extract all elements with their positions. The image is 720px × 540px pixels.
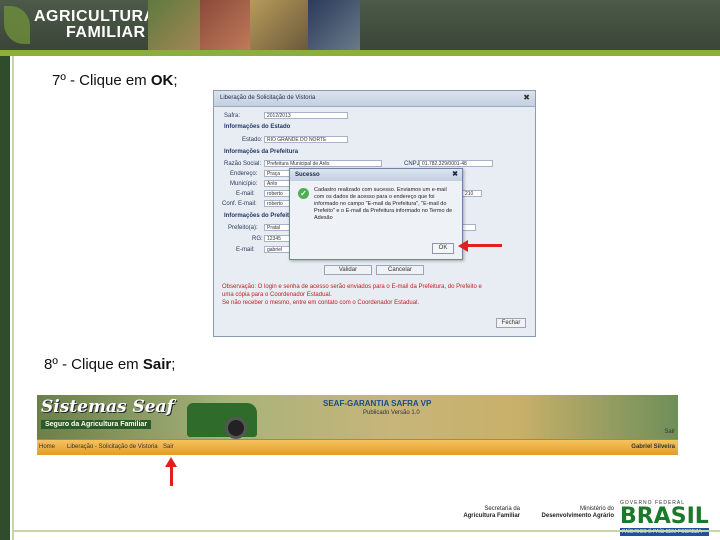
step-8-text: 8º - Clique em Sair;: [44, 356, 176, 373]
prefeito-email-label: E-mail:: [236, 247, 255, 253]
screenshot-liberacao-window: Liberação de Solicitação de Vistoria ✖ S…: [213, 90, 536, 337]
tractor-wheel-icon: [225, 417, 247, 439]
cnpj-input[interactable]: 01.782.329/0001-48: [419, 160, 493, 167]
farmer-photo-4: [308, 0, 360, 50]
app-title: SEAF-GARANTIA SAFRA VP: [323, 399, 432, 408]
app-subtitle: Publicado Versão 1.0: [363, 410, 420, 416]
fechar-button[interactable]: Fechar: [496, 318, 526, 328]
tractor-icon: [187, 403, 257, 437]
success-check-icon: ✓: [298, 188, 309, 199]
footer-rule: [13, 530, 720, 532]
section-prefeitura: Informações da Prefeitura: [224, 149, 299, 155]
window-titlebar: Liberação de Solicitação de Vistoria ✖: [214, 91, 535, 107]
ok-button[interactable]: OK: [432, 243, 454, 254]
farmer-photo-2: [200, 0, 250, 50]
section-prefeito: Informações do Prefeito: [224, 213, 293, 219]
dialog-message: Cadastro realizado com sucesso. Enviamos…: [314, 187, 453, 221]
farmer-photo-1: [148, 0, 200, 50]
rg-input[interactable]: 12345: [264, 235, 292, 242]
ministerio-logo: Ministério do Desenvolvimento Agrário: [541, 506, 614, 519]
dialog-titlebar: Sucesso ✖: [290, 169, 462, 181]
email-input[interactable]: roberto: [264, 190, 292, 197]
logo-line2: FAMILIAR: [66, 24, 146, 41]
prefeito-input[interactable]: Pratal: [264, 224, 292, 231]
dialog-close-icon[interactable]: ✖: [452, 170, 458, 178]
municipio-input[interactable]: Arês: [264, 180, 292, 187]
leaf-logo-icon: [4, 6, 30, 44]
estado-label: Estado:: [242, 137, 263, 143]
header-banner: AGRICULTURA FAMILIAR: [0, 0, 720, 50]
farmer-photo-3: [250, 0, 308, 50]
endereco-input[interactable]: Praça: [264, 170, 292, 177]
sucesso-dialog: Sucesso ✖ ✓ Cadastro realizado com suces…: [289, 168, 463, 260]
arrow-to-sair-shaft: [170, 466, 173, 486]
section-estado: Informações do Estado: [224, 124, 291, 130]
prefeito-email-input[interactable]: gabriel: [264, 246, 292, 253]
screenshot-seaf-header: Sistemas Seaf Seguro da Agricultura Fami…: [37, 395, 678, 455]
conf-email-label: Conf. E-mail:: [222, 201, 257, 207]
safra-label: Safra:: [224, 113, 241, 119]
logo-line1: AGRICULTURA: [34, 8, 156, 25]
prefeito-label: Prefeito(a):: [228, 225, 258, 231]
cancelar-button[interactable]: Cancelar: [376, 265, 424, 275]
estado-select[interactable]: RIO GRANDE DO NORTE: [264, 136, 348, 143]
observacao-line3: Se não receber o mesmo, entre em contato…: [222, 300, 420, 306]
razao-label: Razão Social:: [224, 161, 262, 167]
observacao-line1: Observação: O login e senha de acesso se…: [222, 284, 482, 290]
seaf-nav-bar: Home Liberação - Solicitação de Vistoria…: [37, 439, 678, 455]
header-green-line: [0, 50, 720, 56]
seaf-subtitle: Seguro da Agricultura Familiar: [41, 420, 152, 429]
sistemas-seaf-title: Sistemas Seaf: [41, 397, 174, 417]
observacao-line2: uma cópia para o Coordenador Estadual.: [222, 292, 332, 298]
conf-email-input[interactable]: roberto: [264, 200, 292, 207]
step-7-text: 7º - Clique em OK;: [52, 72, 178, 89]
agricultura-familiar-logo: AGRICULTURA FAMILIAR: [34, 9, 156, 41]
top-right-sair-link[interactable]: Sair: [664, 429, 675, 435]
nav-sair[interactable]: Sair: [163, 444, 174, 450]
validar-button[interactable]: Validar: [324, 265, 372, 275]
seaf-banner: Sistemas Seaf Seguro da Agricultura Fami…: [37, 395, 678, 439]
razao-input[interactable]: Prefeitura Municipal de Arês: [264, 160, 382, 167]
nav-home[interactable]: Home: [39, 444, 55, 450]
arrow-to-ok-shaft: [466, 244, 502, 247]
safra-select[interactable]: 2012/2013: [264, 112, 348, 119]
user-name: Gabriel Silveira: [631, 444, 675, 450]
email-label: E-mail:: [236, 191, 255, 197]
close-icon[interactable]: ✖: [523, 93, 530, 102]
secretaria-logo: Secretaria da Agricultura Familiar: [463, 506, 520, 519]
endereco-label: Endereço:: [230, 171, 258, 177]
left-rule: [0, 56, 10, 540]
fone-input[interactable]: 210: [462, 190, 482, 197]
nav-liberacao[interactable]: Liberação - Solicitação de Vistoria: [67, 444, 158, 450]
left-rule-light: [12, 56, 14, 540]
municipio-label: Município:: [230, 181, 258, 187]
rg-label: RG:: [252, 236, 263, 242]
